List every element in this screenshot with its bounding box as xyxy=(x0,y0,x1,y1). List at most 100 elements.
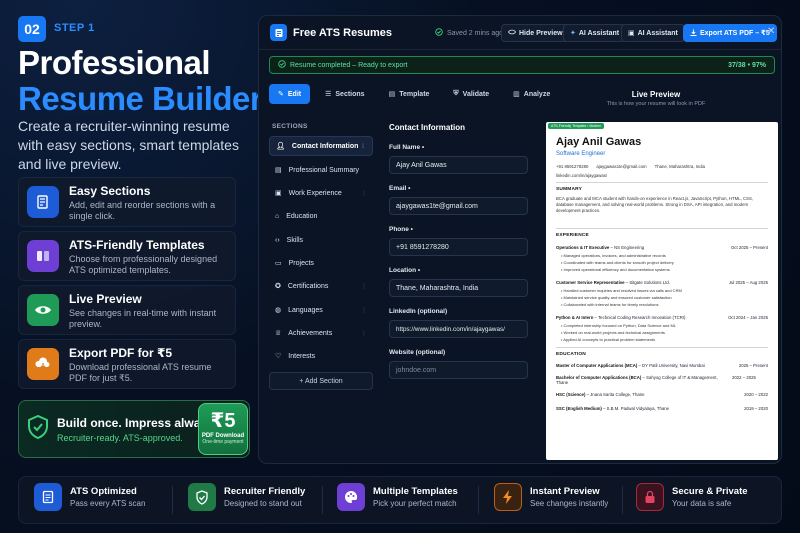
completion-progress: Resume completed – Ready to export 37/38… xyxy=(269,56,775,74)
check-circle-icon xyxy=(278,60,286,70)
sidebar-item-label: Certifications xyxy=(287,282,329,290)
sidebar-item-label: Achievements xyxy=(288,329,333,337)
phone-field[interactable]: +91 8591278280 xyxy=(389,238,528,256)
sidebar-item-skills[interactable]: ‹› Skills xyxy=(269,230,373,250)
drag-handle-icon[interactable]: ⋮ xyxy=(361,307,367,314)
job-date: Oct 2024 – Jan 2025 xyxy=(728,315,768,320)
document-icon xyxy=(34,483,62,511)
job-bullet: • Applied AI concepts to practical probl… xyxy=(561,337,656,342)
job-bullet: • Maintained service quality and ensured… xyxy=(561,295,672,300)
shield-check-icon xyxy=(188,483,216,511)
hero-tagline: Create a recruiter-winning resume with e… xyxy=(18,118,239,172)
add-section-button[interactable]: + Add Section xyxy=(269,372,373,390)
degree: HSC (Science) xyxy=(556,392,586,397)
price-badge: ₹5 PDF Download One-time payment xyxy=(198,403,248,455)
tab-label: Edit xyxy=(287,90,302,98)
tab-template[interactable]: ▤ Template xyxy=(380,84,439,104)
job-title: Operations & IT Executive xyxy=(556,245,610,250)
benefit-desc: See changes instantly xyxy=(530,499,609,508)
job-bullet: • Completed internship focused on Python… xyxy=(561,323,677,328)
ai-assistant-button-1[interactable]: ✦ AI Assistant xyxy=(563,24,627,42)
download-icon xyxy=(27,348,59,380)
summary-heading: SUMMARY xyxy=(556,187,583,192)
sidebar-item-achievements[interactable]: ♕ Achievements ⋮ xyxy=(269,323,373,343)
divider xyxy=(556,347,768,348)
feature-title: ATS-Friendly Templates xyxy=(69,238,205,252)
resume-linkedin: linkedin.com/in/ajaygawas/ xyxy=(556,173,608,178)
divider xyxy=(622,486,623,514)
palette-icon xyxy=(337,483,365,511)
resume-phone: +91 8591278280 xyxy=(556,164,589,169)
sidebar-item-certifications[interactable]: ✪ Certifications ⋮ xyxy=(269,276,373,296)
divider xyxy=(556,228,768,229)
divider xyxy=(172,486,173,514)
degree: Master of Computer Applications (MCA) xyxy=(556,363,638,368)
preview-heading: Live Preview xyxy=(631,90,681,99)
linkedin-field[interactable]: https://www.linkedin.com/in/ajaygawas/ xyxy=(389,320,528,338)
sidebar-item-languages[interactable]: ◍ Languages ⋮ xyxy=(269,300,373,320)
sidebar-item-label: Projects xyxy=(288,259,314,267)
drag-handle-icon[interactable]: ⋮ xyxy=(360,143,366,150)
sidebar-item-label: Interests xyxy=(288,352,316,360)
resume-email: ajaygawas1te@gmail.com xyxy=(596,164,647,169)
close-icon[interactable]: ✕ xyxy=(767,26,775,37)
email-field[interactable]: ajaygawas1te@gmail.com xyxy=(389,197,528,215)
edu-date: 2019 – 2020 xyxy=(744,406,768,411)
benefit-desc: Pick your perfect match xyxy=(373,499,457,508)
tab-edit[interactable]: ✎ Edit xyxy=(269,84,311,104)
edu-date: 2025 – Present xyxy=(738,363,768,368)
export-pdf-button[interactable]: Export ATS PDF – ₹5 xyxy=(683,24,777,42)
list-icon: ☰ xyxy=(325,91,332,98)
lock-icon xyxy=(636,483,664,511)
job-bullet: • Managed operations, invoices, and admi… xyxy=(561,253,666,258)
school: S.B.M. Padwal Vidyalaya, Thane xyxy=(606,406,670,411)
tab-validate[interactable]: ⛨ Validate xyxy=(444,84,498,104)
benefit-templates: Multiple Templates Pick your perfect matc… xyxy=(337,483,458,511)
feature-desc: Download professional ATS resume PDF for… xyxy=(69,362,212,383)
degree: Bachelor of Computer Applications (BCA) xyxy=(556,375,642,380)
linkedin-label: LinkedIn (optional) xyxy=(389,308,448,315)
feature-desc: Add, edit and reorder sections with a si… xyxy=(69,200,216,221)
education-row: HSC (Science) – Jnana Sarita College, Th… xyxy=(556,392,768,397)
job-title: Python & AI Intern xyxy=(556,315,594,320)
save-status-text: Saved 2 mins ago xyxy=(447,29,504,37)
hide-preview-button[interactable]: Hide Preview xyxy=(501,24,570,42)
sidebar-item-label: Contact Information xyxy=(291,142,359,150)
location-label: Location • xyxy=(389,267,421,274)
resume-name: Ajay Anil Gawas xyxy=(556,136,642,148)
drag-handle-icon[interactable]: ⋮ xyxy=(361,190,367,197)
edit-document-icon xyxy=(27,186,59,218)
school: Jnana Sarita College, Thane xyxy=(590,392,645,397)
step-number-badge: 02 xyxy=(18,16,46,42)
tab-sections[interactable]: ☰ Sections xyxy=(316,84,373,104)
promo-subline: Recruiter-ready. ATS-approved. xyxy=(57,432,183,443)
education-row: SSC (English Medium) – S.B.M. Padwal Vid… xyxy=(556,406,768,411)
sidebar-item-projects[interactable]: ▭ Projects xyxy=(269,253,373,273)
full-name-field[interactable]: Ajay Anil Gawas xyxy=(389,156,528,174)
sidebar-item-contact[interactable]: 👤︎ Contact Information ⋮ xyxy=(269,136,373,156)
experience-heading: EXPERIENCE xyxy=(556,233,589,238)
pencil-icon: ✎ xyxy=(278,91,284,98)
location-field[interactable]: Thane, Maharashtra, India xyxy=(389,279,528,297)
job-bullet: • Handled customer inquiries and resolve… xyxy=(561,288,682,293)
benefit-title: Multiple Templates xyxy=(373,486,458,497)
tab-label: Template xyxy=(399,90,430,98)
website-field[interactable]: johndoe.com xyxy=(389,361,528,379)
sidebar-item-label: Skills xyxy=(286,236,304,244)
drag-handle-icon[interactable]: ⋮ xyxy=(361,330,367,337)
job-date: Oct 2025 – Present xyxy=(730,245,768,250)
sidebar-item-interests[interactable]: ♡ Interests xyxy=(269,346,373,366)
sidebar-item-summary[interactable]: ▤ Professional Summary xyxy=(269,160,373,180)
job-bullet: • Improved operational efficiency and do… xyxy=(561,267,670,272)
ai-assistant-button-2[interactable]: ▣ AI Assistant xyxy=(621,24,685,42)
app-title: Free ATS Resumes xyxy=(293,27,393,39)
benefit-desc: Designed to stand out xyxy=(224,499,302,508)
download-icon xyxy=(690,29,697,38)
feature-card-export: Export PDF for ₹5 Download professional A… xyxy=(18,339,236,389)
preview-subheading: This is how your resume will look in PDF xyxy=(606,101,706,107)
drag-handle-icon[interactable]: ⋮ xyxy=(361,283,367,290)
sidebar-item-education[interactable]: ⌂ Education xyxy=(269,206,373,226)
progress-count: 37/38 • 97% xyxy=(728,61,766,69)
sidebar-item-experience[interactable]: ▣ Work Experience ⋮ xyxy=(269,183,373,203)
resume-preview[interactable]: ATS-Friendly Template • Modern Ajay Anil… xyxy=(546,122,778,460)
